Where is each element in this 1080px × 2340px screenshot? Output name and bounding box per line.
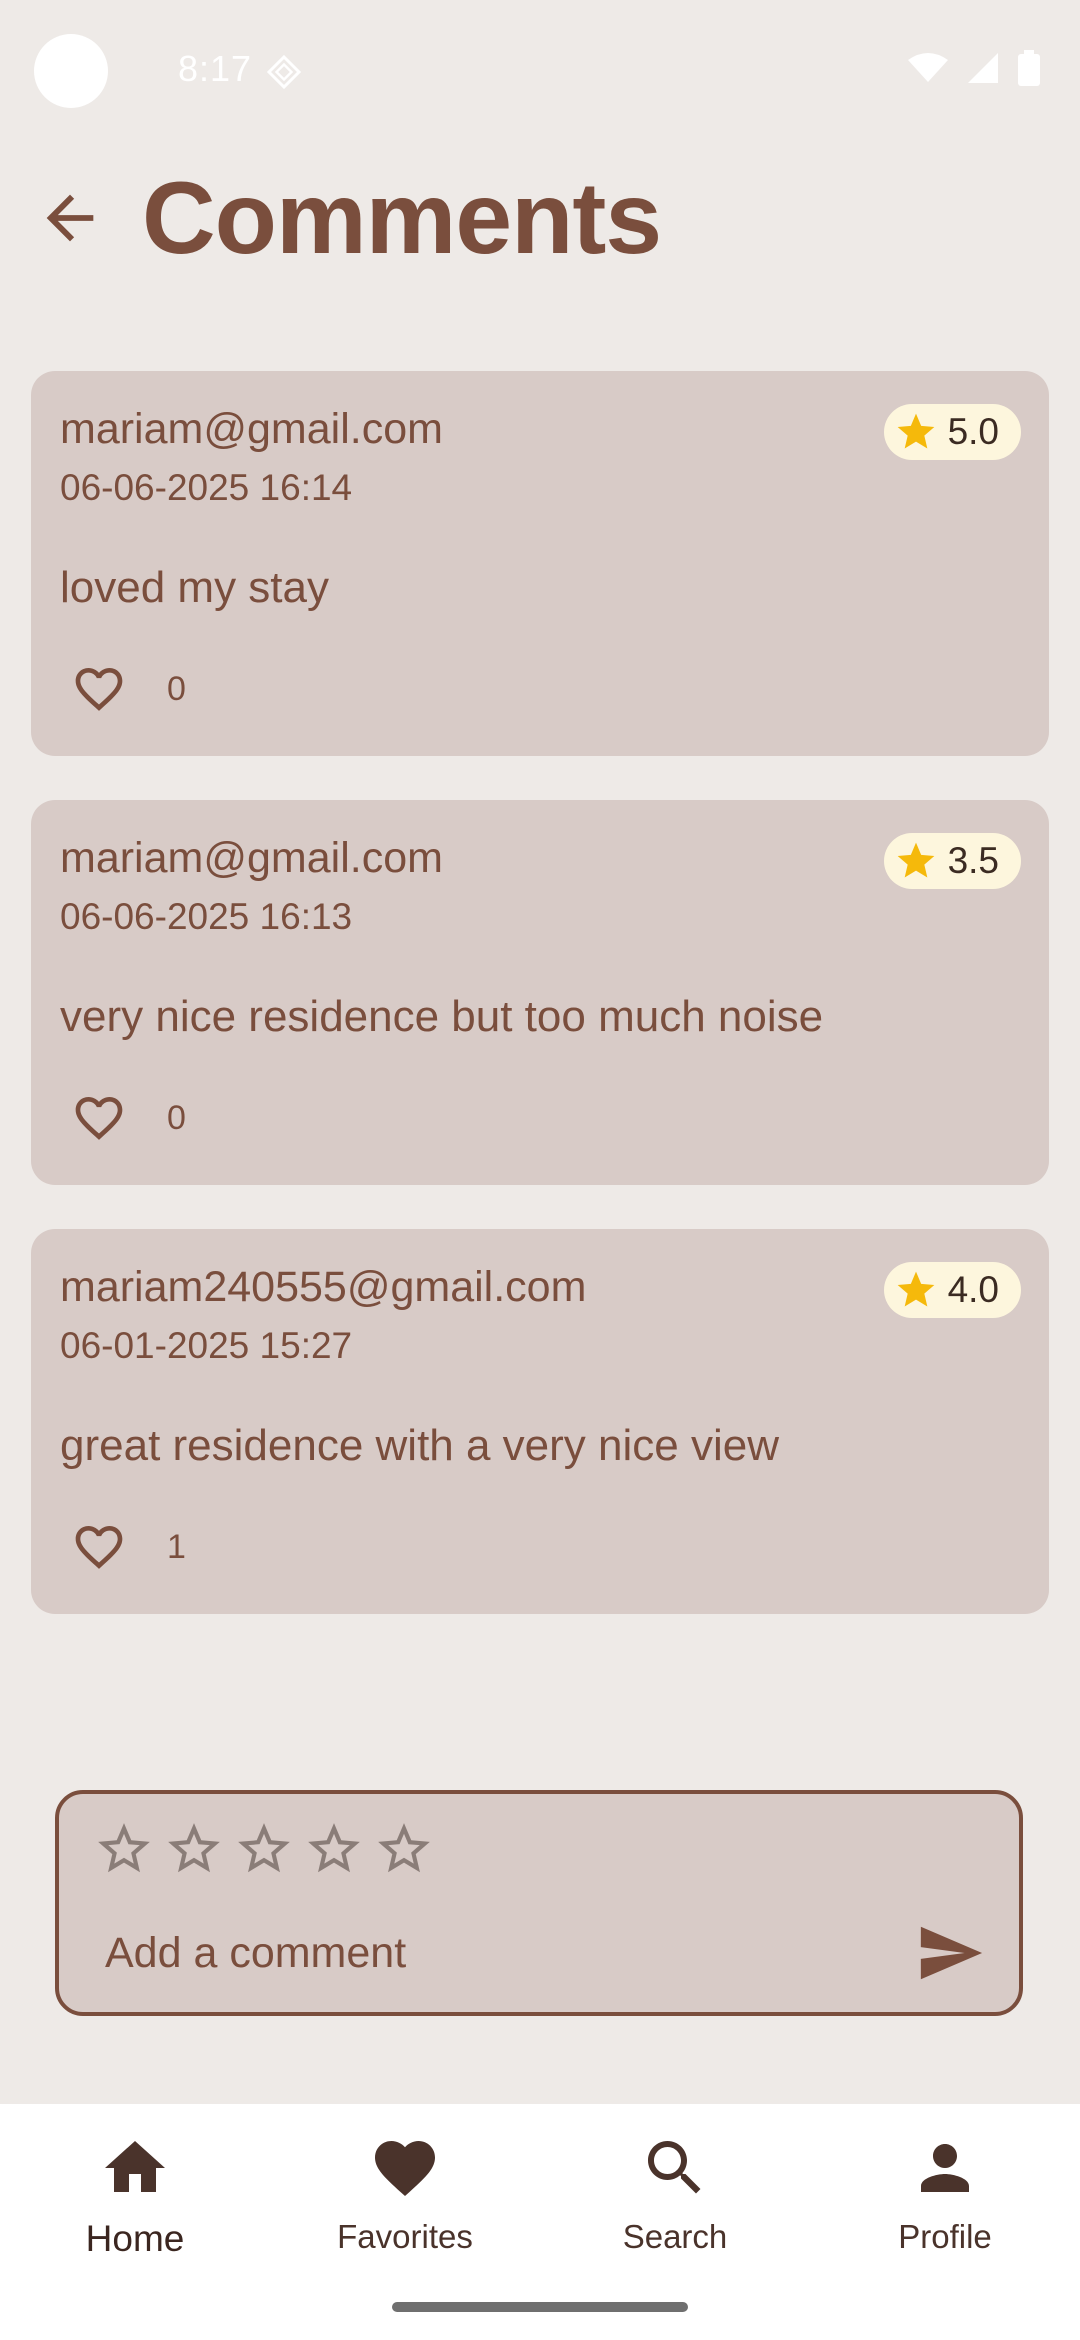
home-icon xyxy=(105,2141,165,2192)
like-row: 0 xyxy=(71,661,186,717)
star-filled-icon xyxy=(897,1271,934,1307)
star-filled-icon xyxy=(897,413,934,449)
heart-outline-icon xyxy=(75,1526,123,1569)
nav-search[interactable]: Search xyxy=(565,2124,785,2274)
comment-date: 06-06-2025 16:14 xyxy=(60,467,353,508)
star-filled-icon xyxy=(897,842,934,878)
app-bar: Comments xyxy=(0,150,1080,280)
star-outline-icon[interactable] xyxy=(93,1818,155,1880)
arrow-back-icon xyxy=(46,194,94,242)
comment-date: 06-06-2025 16:13 xyxy=(60,896,353,937)
profile-icon xyxy=(921,2144,969,2192)
star-outline-icon[interactable] xyxy=(303,1818,365,1880)
comment-author-email: mariam240555@gmail.com xyxy=(60,1263,587,1311)
like-row: 0 xyxy=(71,1090,186,1146)
comment-text: loved my stay xyxy=(60,563,329,612)
gesture-home-indicator[interactable] xyxy=(392,2302,688,2312)
battery-icon xyxy=(1018,50,1040,86)
search-icon xyxy=(648,2141,701,2194)
add-comment-box xyxy=(55,1790,1023,2016)
star-outline-icon[interactable] xyxy=(163,1818,225,1880)
comment-card: mariam@gmail.com 06-06-2025 16:13 3.5 ve… xyxy=(31,800,1049,1185)
comments-list: mariam@gmail.com 06-06-2025 16:14 5.0 lo… xyxy=(31,371,1049,1658)
screen: 8:17 Comments mariam@gmail.com 06-06-202… xyxy=(0,0,1080,2340)
comment-card: mariam240555@gmail.com 06-01-2025 15:27 … xyxy=(31,1229,1049,1614)
comment-text: very nice residence but too much noise xyxy=(60,992,824,1041)
star-outline-icon[interactable] xyxy=(233,1818,295,1880)
rating-badge: 5.0 xyxy=(883,404,1021,460)
nav-label: Favorites xyxy=(337,2218,473,2255)
rating-value: 5.0 xyxy=(947,411,999,452)
comment-text: great residence with a very nice view xyxy=(60,1421,779,1470)
cellular-signal-icon xyxy=(968,53,998,83)
heart-outline-icon xyxy=(75,668,123,711)
like-count: 0 xyxy=(167,1098,186,1137)
rating-badge: 3.5 xyxy=(883,833,1021,889)
page-title: Comments xyxy=(142,161,662,275)
status-bar: 8:17 xyxy=(0,0,1080,140)
rating-value: 4.0 xyxy=(947,1269,999,1310)
like-button[interactable] xyxy=(71,1519,127,1575)
back-button[interactable] xyxy=(30,178,110,258)
comment-author-email: mariam@gmail.com xyxy=(60,405,443,453)
nav-home[interactable]: Home xyxy=(25,2124,245,2274)
status-time: 8:17 xyxy=(178,48,253,89)
comment-author-email: mariam@gmail.com xyxy=(60,834,443,882)
like-button[interactable] xyxy=(71,1090,127,1146)
send-icon[interactable] xyxy=(915,1918,985,1988)
comment-date: 06-01-2025 15:27 xyxy=(60,1325,353,1366)
system-icons xyxy=(908,50,1040,86)
like-button[interactable] xyxy=(71,661,127,717)
star-outline-icon[interactable] xyxy=(373,1818,435,1880)
nav-label: Search xyxy=(622,2218,728,2255)
heart-icon xyxy=(375,2141,435,2197)
rating-badge: 4.0 xyxy=(883,1262,1021,1318)
like-count: 0 xyxy=(167,669,186,708)
comment-card: mariam@gmail.com 06-06-2025 16:14 5.0 lo… xyxy=(31,371,1049,756)
nav-label: Home xyxy=(85,2218,185,2259)
camera-cutout xyxy=(34,34,108,108)
notification-icon xyxy=(266,54,302,90)
wifi-icon xyxy=(908,53,948,82)
heart-outline-icon xyxy=(75,1097,123,1140)
like-row: 1 xyxy=(71,1519,186,1575)
nav-label: Profile xyxy=(898,2218,992,2255)
star-rating-picker xyxy=(93,1818,435,1880)
nav-favorites[interactable]: Favorites xyxy=(295,2124,515,2274)
rating-value: 3.5 xyxy=(947,840,999,881)
nav-profile[interactable]: Profile xyxy=(835,2124,1055,2274)
like-count: 1 xyxy=(167,1527,186,1566)
comment-input[interactable] xyxy=(103,1922,887,1984)
